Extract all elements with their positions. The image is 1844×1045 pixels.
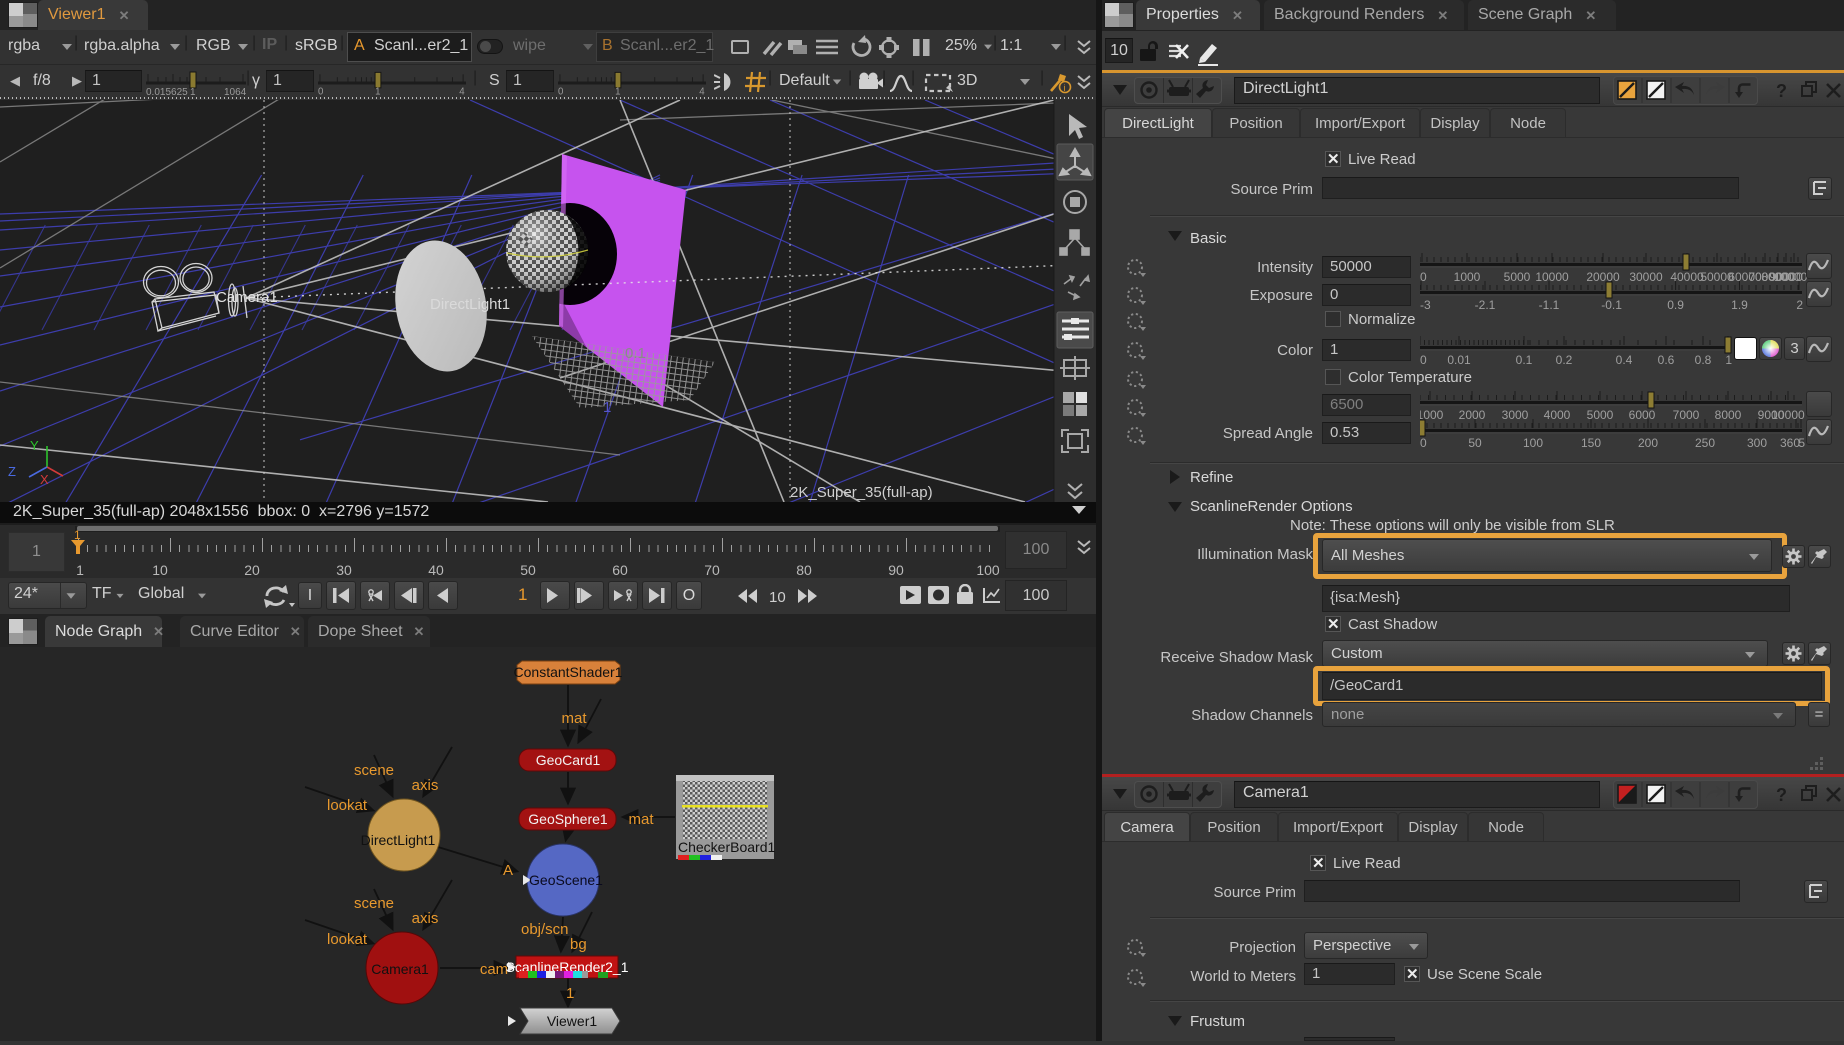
svg-text:40: 40 [428,562,444,578]
svg-text:Viewer1: Viewer1 [547,1013,598,1029]
svg-text:bg: bg [570,936,587,953]
svg-text:1: 1 [615,87,620,96]
svg-text:1: 1 [76,562,84,578]
svg-text:100: 100 [976,562,1000,578]
svg-text:lookat: lookat [327,797,368,814]
svg-text:80: 80 [796,562,812,578]
svg-text:ConstantShader1: ConstantShader1 [514,664,623,680]
svg-text:Z: Z [8,464,16,479]
svg-text:50: 50 [1468,436,1482,450]
svg-text:GeoCard1: GeoCard1 [536,752,601,768]
svg-text:150: 150 [1581,436,1601,450]
svg-text:lookat: lookat [327,931,368,948]
svg-text:0.01: 0.01 [1447,353,1471,367]
svg-text:obj/scn: obj/scn [521,921,569,938]
svg-text:DirectLight1: DirectLight1 [361,832,436,848]
svg-text:360: 360 [1780,436,1800,450]
svg-text:Camera1: Camera1 [371,961,429,977]
svg-text:1: 1 [375,87,380,96]
svg-text:300: 300 [1747,436,1767,450]
svg-text:1.9: 1.9 [1731,298,1748,312]
svg-text:0.015625: 0.015625 [146,87,188,96]
svg-text:GeoScene1: GeoScene1 [529,872,603,888]
svg-text:1: 1 [566,985,574,1002]
svg-text:X: X [40,472,49,487]
svg-text:axis: axis [412,777,439,794]
svg-text:-2.1: -2.1 [1475,298,1496,312]
svg-text:axis: axis [412,910,439,927]
svg-text:0.1: 0.1 [1516,353,1533,367]
svg-text:Camera1: Camera1 [216,289,278,306]
svg-text:GeoSphere1: GeoSphere1 [528,811,608,827]
svg-text:200: 200 [1638,436,1658,450]
svg-text:5: 5 [1798,436,1805,450]
svg-text:-3: -3 [1420,298,1431,312]
svg-text:mat: mat [561,710,587,727]
svg-text:1: 1 [1725,353,1732,367]
svg-text:60: 60 [612,562,628,578]
svg-text:0.1: 0.1 [625,345,646,362]
svg-text:Y: Y [30,438,39,453]
svg-text:0: 0 [318,87,323,96]
svg-text:50: 50 [520,562,536,578]
svg-text:DirectLight1: DirectLight1 [430,296,510,313]
svg-text:70: 70 [704,562,720,578]
svg-text:1: 1 [74,528,81,542]
svg-text:90: 90 [888,562,904,578]
svg-text:mat: mat [628,811,654,828]
svg-text:30: 30 [336,562,352,578]
svg-text:10: 10 [769,589,786,606]
svg-text:1: 1 [190,87,196,96]
svg-text:0.8: 0.8 [1695,353,1712,367]
svg-text:1: 1 [603,399,611,416]
svg-text:100: 100 [1523,436,1543,450]
svg-text:20: 20 [244,562,260,578]
svg-text:?: ? [1776,785,1787,805]
svg-text:4: 4 [459,87,465,96]
svg-text:-1.1: -1.1 [1539,298,1560,312]
svg-text:CheckerBoard1: CheckerBoard1 [678,839,775,855]
svg-text:?: ? [1776,81,1787,101]
svg-text:1064: 1064 [224,87,246,96]
svg-text:0.2: 0.2 [1556,353,1573,367]
svg-text:scene: scene [354,895,394,912]
svg-text:4: 4 [699,87,705,96]
svg-text:250: 250 [1695,436,1715,450]
svg-text:0: 0 [558,87,563,96]
svg-text:2K_Super_35(full-ap): 2K_Super_35(full-ap) [790,484,933,501]
svg-text:2: 2 [1796,298,1803,312]
svg-text:i: i [1064,83,1066,93]
svg-text:0.4: 0.4 [1616,353,1633,367]
svg-text:-0.1: -0.1 [1601,298,1622,312]
svg-text:10: 10 [152,562,168,578]
svg-text:0.9: 0.9 [1667,298,1684,312]
svg-text:scene: scene [354,762,394,779]
svg-text:A: A [503,862,513,879]
svg-text:0: 0 [1420,436,1427,450]
svg-text:0.6: 0.6 [1658,353,1675,367]
svg-text:cam: cam [480,961,508,978]
svg-text:0: 0 [1420,353,1427,367]
